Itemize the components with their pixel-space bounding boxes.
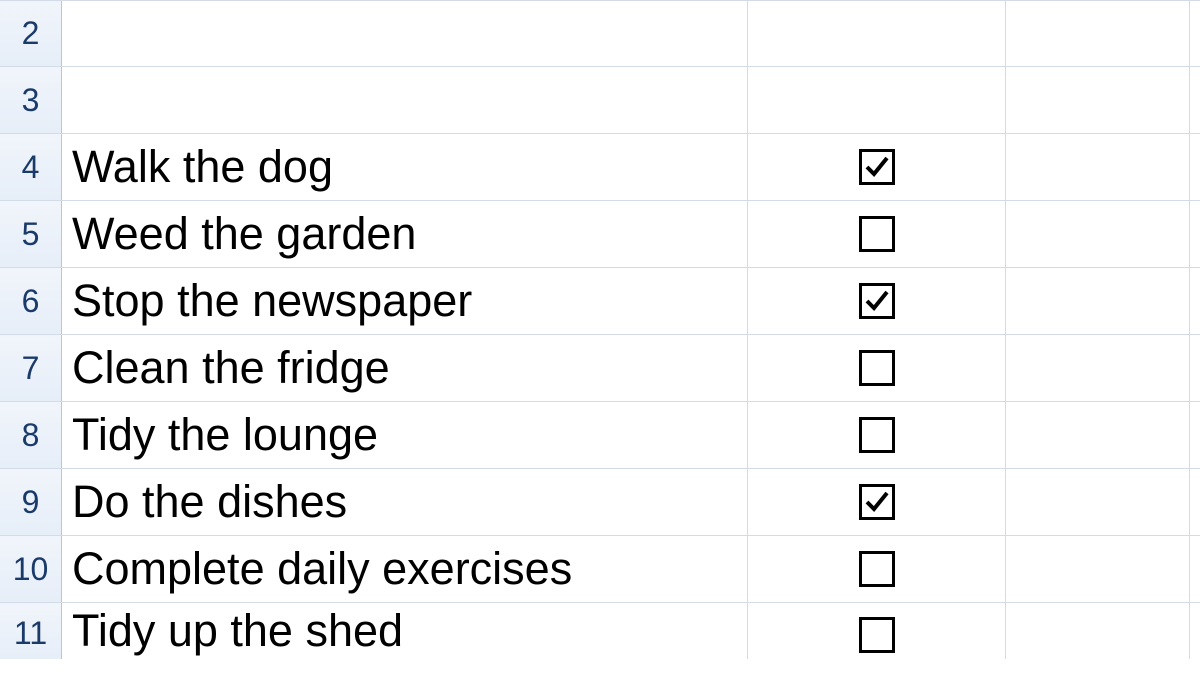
- cell-checkbox[interactable]: [748, 603, 1006, 659]
- cell-checkbox[interactable]: [748, 1, 1006, 66]
- table-row: 8 Tidy the lounge: [0, 402, 1200, 469]
- cell-checkbox[interactable]: [748, 268, 1006, 334]
- row-header[interactable]: 6: [0, 268, 62, 334]
- table-row: 6 Stop the newspaper: [0, 268, 1200, 335]
- checkbox-unchecked-icon[interactable]: [859, 617, 895, 653]
- table-row: 5 Weed the garden: [0, 201, 1200, 268]
- row-header[interactable]: 10: [0, 536, 62, 602]
- row-header[interactable]: 7: [0, 335, 62, 401]
- checkbox-checked-icon[interactable]: [859, 484, 895, 520]
- cell-empty[interactable]: [1190, 603, 1200, 659]
- row-header[interactable]: 3: [0, 67, 62, 133]
- cell-empty[interactable]: [1006, 134, 1190, 200]
- cell-empty[interactable]: [1190, 536, 1200, 602]
- cell-empty[interactable]: [1006, 67, 1190, 133]
- checkbox-checked-icon[interactable]: [859, 149, 895, 185]
- row-header[interactable]: 11: [0, 603, 62, 659]
- row-header[interactable]: 9: [0, 469, 62, 535]
- cell-text[interactable]: Complete daily exercises: [62, 536, 748, 602]
- table-row: 3: [0, 67, 1200, 134]
- cell-empty[interactable]: [1190, 201, 1200, 267]
- row-header[interactable]: 2: [0, 1, 62, 66]
- table-row: 7 Clean the fridge: [0, 335, 1200, 402]
- row-header[interactable]: 5: [0, 201, 62, 267]
- cell-empty[interactable]: [1190, 335, 1200, 401]
- table-row: 11 Tidy up the shed: [0, 603, 1200, 659]
- cell-text[interactable]: Tidy up the shed: [62, 603, 748, 659]
- cell-checkbox[interactable]: [748, 536, 1006, 602]
- cell-empty[interactable]: [1006, 1, 1190, 66]
- checkbox-unchecked-icon[interactable]: [859, 551, 895, 587]
- cell-checkbox[interactable]: [748, 201, 1006, 267]
- table-row: 10 Complete daily exercises: [0, 536, 1200, 603]
- cell-empty[interactable]: [1006, 335, 1190, 401]
- checkbox-unchecked-icon[interactable]: [859, 417, 895, 453]
- cell-text[interactable]: Do the dishes: [62, 469, 748, 535]
- cell-checkbox[interactable]: [748, 469, 1006, 535]
- cell-text[interactable]: Weed the garden: [62, 201, 748, 267]
- cell-empty[interactable]: [1006, 603, 1190, 659]
- cell-empty[interactable]: [1006, 536, 1190, 602]
- row-header[interactable]: 4: [0, 134, 62, 200]
- cell-checkbox[interactable]: [748, 402, 1006, 468]
- cell-checkbox[interactable]: [748, 335, 1006, 401]
- cell-empty[interactable]: [1190, 1, 1200, 66]
- checkbox-unchecked-icon[interactable]: [859, 350, 895, 386]
- cell-checkbox[interactable]: [748, 134, 1006, 200]
- cell-text[interactable]: Clean the fridge: [62, 335, 748, 401]
- table-row: 9 Do the dishes: [0, 469, 1200, 536]
- cell-empty[interactable]: [1006, 402, 1190, 468]
- cell-empty[interactable]: [1006, 469, 1190, 535]
- cell-checkbox[interactable]: [748, 67, 1006, 133]
- table-row: 4 Walk the dog: [0, 134, 1200, 201]
- cell-text[interactable]: [62, 67, 748, 133]
- cell-empty[interactable]: [1190, 268, 1200, 334]
- cell-text[interactable]: Walk the dog: [62, 134, 748, 200]
- cell-empty[interactable]: [1190, 67, 1200, 133]
- cell-text[interactable]: [62, 1, 748, 66]
- cell-text[interactable]: Tidy the lounge: [62, 402, 748, 468]
- cell-empty[interactable]: [1190, 134, 1200, 200]
- cell-empty[interactable]: [1006, 268, 1190, 334]
- spreadsheet-grid: 2 3 4 Walk the dog 5 Weed the garden: [0, 0, 1200, 659]
- checkbox-unchecked-icon[interactable]: [859, 216, 895, 252]
- row-header[interactable]: 8: [0, 402, 62, 468]
- cell-empty[interactable]: [1006, 201, 1190, 267]
- cell-empty[interactable]: [1190, 402, 1200, 468]
- table-row: 2: [0, 0, 1200, 67]
- cell-text[interactable]: Stop the newspaper: [62, 268, 748, 334]
- cell-empty[interactable]: [1190, 469, 1200, 535]
- checkbox-checked-icon[interactable]: [859, 283, 895, 319]
